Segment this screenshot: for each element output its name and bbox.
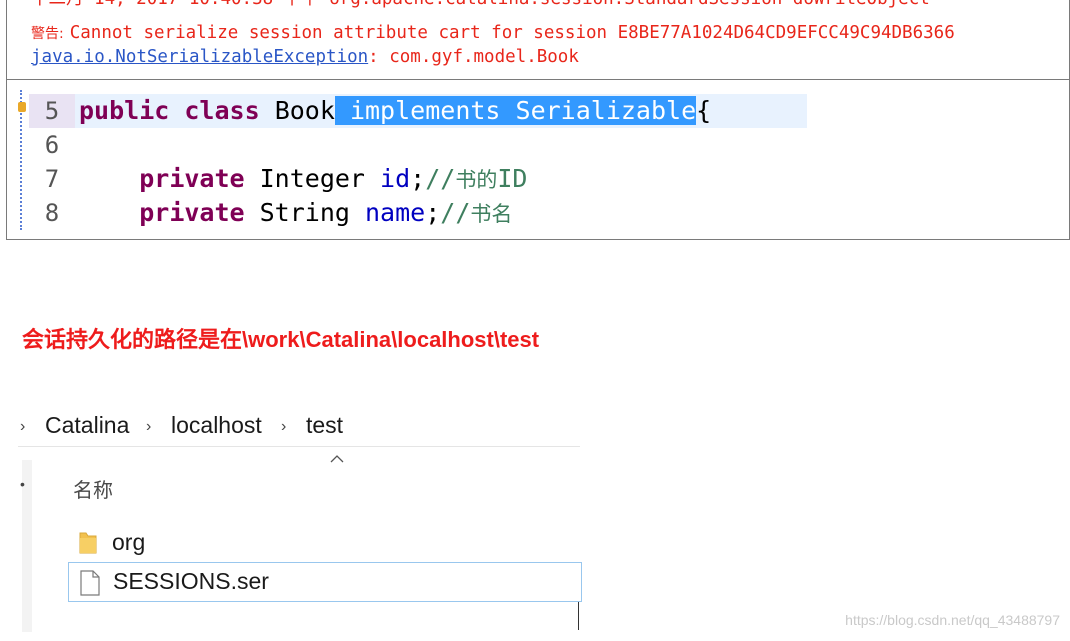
chevron-right-icon[interactable]: › [146, 418, 151, 436]
line-number: 6 [44, 131, 60, 159]
exception-detail: : com.gyf.model.Book [368, 47, 579, 67]
keyword-private: private [139, 198, 245, 227]
console-log-line: 十二月 14, 2017 10:40:38 下午 org.apache.cata… [31, 0, 930, 10]
code-editor[interactable]: 5 6 7 8 public class Book implements Ser… [6, 80, 1070, 240]
warning-prefix: 警告: [31, 26, 64, 42]
keyword-public: public [79, 96, 170, 125]
breadcrumb-item-localhost[interactable]: localhost [171, 412, 262, 439]
type-name: String [244, 198, 365, 227]
folder-icon [79, 532, 97, 554]
breadcrumb-item-catalina[interactable]: Catalina [45, 412, 129, 439]
class-name: Book [259, 96, 335, 125]
heading-path: \work\Catalina\localhost\test [242, 327, 540, 352]
console-panel: 十二月 14, 2017 10:40:38 下午 org.apache.cata… [6, 0, 1070, 80]
file-explorer: › Catalina › localhost › test • 名称 org S… [18, 406, 582, 632]
line-number: 7 [44, 165, 60, 193]
selected-text: implements Serializable [334, 96, 697, 125]
breadcrumb: › Catalina › localhost › test [18, 406, 580, 447]
comment-text: 书名 [470, 202, 513, 226]
file-name: org [112, 529, 146, 555]
file-icon [80, 570, 100, 596]
keyword-private: private [139, 164, 245, 193]
watermark: https://blog.csdn.net/qq_43488797 [845, 612, 1060, 628]
console-warning-line: 警告: Cannot serialize session attribute ca… [31, 22, 955, 45]
code-line-7[interactable]: private Integer id;//书的ID [79, 162, 527, 197]
chevron-right-icon[interactable]: › [281, 418, 286, 436]
line-number: 5 [44, 97, 60, 125]
comment-text: 书的 [455, 168, 498, 192]
comment-tail: ID [497, 164, 528, 193]
semicolon: ; [410, 164, 426, 193]
scrollbar-edge [578, 602, 579, 630]
comment-slashes: // [425, 164, 456, 193]
field-name: name [365, 198, 426, 227]
file-row-org[interactable]: org [68, 524, 580, 562]
file-row-sessions-ser[interactable]: SESSIONS.ser [68, 562, 582, 602]
persistence-path-heading: 会话持久化的路径是在\work\Catalina\localhost\test [22, 322, 539, 354]
field-name: id [380, 164, 411, 193]
exception-link[interactable]: java.io.NotSerializableException [31, 47, 368, 67]
sort-ascending-icon[interactable] [330, 452, 344, 466]
code-line-8[interactable]: private String name;//书名 [79, 196, 512, 231]
chevron-right-icon[interactable]: › [20, 418, 25, 436]
warning-marker-icon[interactable] [18, 102, 26, 112]
comment-slashes: // [440, 198, 471, 227]
heading-prefix: 会话持久化的路径是在 [22, 328, 243, 353]
column-header-name[interactable]: 名称 [73, 474, 113, 503]
console-exception-line: java.io.NotSerializableException: com.gy… [31, 46, 579, 68]
keyword-class: class [184, 96, 260, 125]
type-name: Integer [244, 164, 381, 193]
line-number: 8 [44, 199, 60, 227]
open-brace: { [696, 96, 712, 125]
breadcrumb-item-test[interactable]: test [306, 412, 343, 439]
warning-text: Cannot serialize session attribute cart … [69, 23, 955, 43]
expand-icon[interactable]: • [20, 476, 25, 492]
semicolon: ; [425, 198, 441, 227]
file-name: SESSIONS.ser [113, 568, 269, 594]
code-line-5[interactable]: public class Book implements Serializabl… [79, 94, 711, 128]
